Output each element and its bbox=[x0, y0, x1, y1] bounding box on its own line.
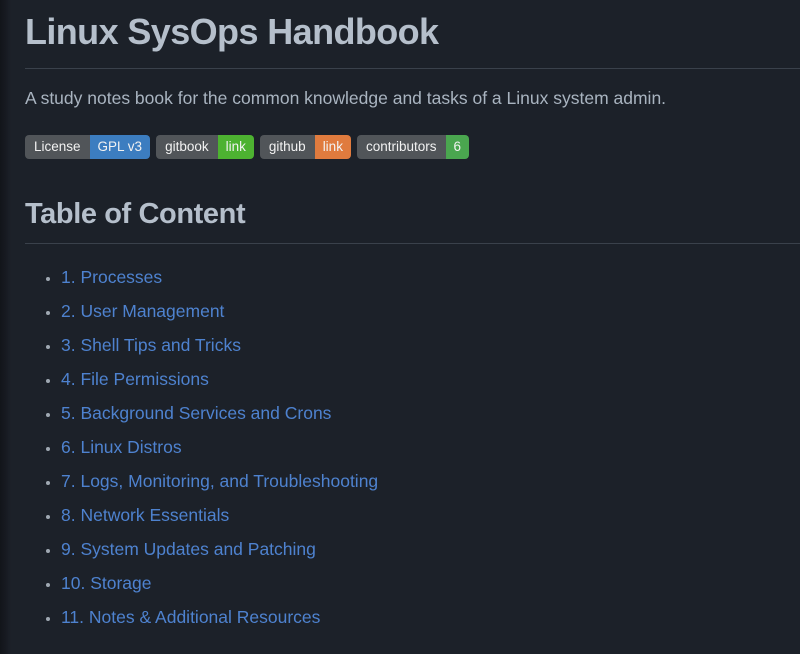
github-badge[interactable]: github link bbox=[260, 135, 351, 159]
toc-link-shell-tips[interactable]: 3. Shell Tips and Tricks bbox=[61, 335, 241, 355]
badge-row: License GPL v3 gitbook link github link … bbox=[25, 135, 800, 159]
license-badge-value: GPL v3 bbox=[90, 135, 151, 159]
toc-item: 11. Notes & Additional Resources bbox=[61, 604, 800, 630]
license-badge[interactable]: License GPL v3 bbox=[25, 135, 150, 159]
contributors-badge-value: 6 bbox=[446, 135, 470, 159]
toc-link-processes[interactable]: 1. Processes bbox=[61, 267, 162, 287]
toc-link-logs-monitoring[interactable]: 7. Logs, Monitoring, and Troubleshooting bbox=[61, 471, 378, 491]
toc-item: 5. Background Services and Crons bbox=[61, 400, 800, 426]
toc-item: 2. User Management bbox=[61, 298, 800, 324]
github-badge-value: link bbox=[315, 135, 351, 159]
toc-link-storage[interactable]: 10. Storage bbox=[61, 573, 151, 593]
contributors-badge-label: contributors bbox=[357, 135, 446, 159]
description-text: A study notes book for the common knowle… bbox=[25, 85, 800, 111]
toc-heading: Table of Content bbox=[25, 195, 800, 244]
toc-link-background-services[interactable]: 5. Background Services and Crons bbox=[61, 403, 331, 423]
toc-item: 4. File Permissions bbox=[61, 366, 800, 392]
gitbook-badge[interactable]: gitbook link bbox=[156, 135, 254, 159]
toc-link-user-management[interactable]: 2. User Management bbox=[61, 301, 224, 321]
toc-link-file-permissions[interactable]: 4. File Permissions bbox=[61, 369, 209, 389]
contributors-badge[interactable]: contributors 6 bbox=[357, 135, 469, 159]
license-badge-label: License bbox=[25, 135, 90, 159]
toc-item: 9. System Updates and Patching bbox=[61, 536, 800, 562]
github-badge-label: github bbox=[260, 135, 315, 159]
toc-list: 1. Processes 2. User Management 3. Shell… bbox=[25, 264, 800, 630]
toc-link-network-essentials[interactable]: 8. Network Essentials bbox=[61, 505, 229, 525]
toc-item: 7. Logs, Monitoring, and Troubleshooting bbox=[61, 468, 800, 494]
toc-link-system-updates[interactable]: 9. System Updates and Patching bbox=[61, 539, 316, 559]
gitbook-badge-label: gitbook bbox=[156, 135, 218, 159]
toc-item: 6. Linux Distros bbox=[61, 434, 800, 460]
toc-link-linux-distros[interactable]: 6. Linux Distros bbox=[61, 437, 182, 457]
toc-item: 1. Processes bbox=[61, 264, 800, 290]
toc-link-notes-resources[interactable]: 11. Notes & Additional Resources bbox=[61, 607, 320, 627]
toc-item: 8. Network Essentials bbox=[61, 502, 800, 528]
readme-content: Linux SysOps Handbook A study notes book… bbox=[0, 0, 800, 630]
page-title: Linux SysOps Handbook bbox=[25, 10, 800, 69]
gitbook-badge-value: link bbox=[218, 135, 254, 159]
readme-page: Linux SysOps Handbook A study notes book… bbox=[0, 0, 800, 654]
toc-item: 10. Storage bbox=[61, 570, 800, 596]
toc-item: 3. Shell Tips and Tricks bbox=[61, 332, 800, 358]
